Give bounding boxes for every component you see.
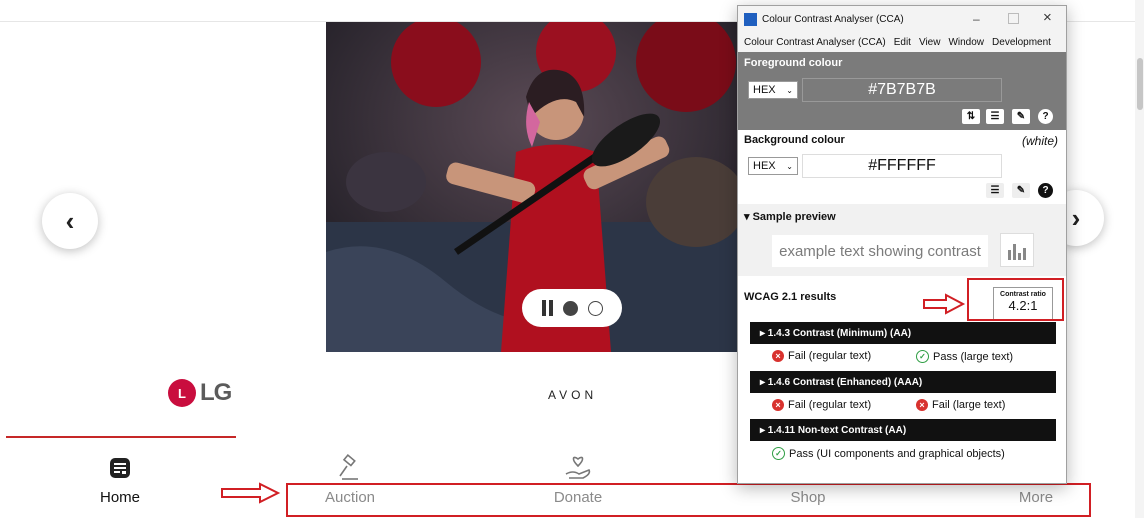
annotation-arrow-icon [221,482,281,504]
pause-icon[interactable] [541,300,553,316]
receipt-icon [110,458,130,478]
result-fail: × Fail (regular text) [772,399,871,411]
cca-titlebar: Colour Contrast Analyser (CCA) – × [738,6,1066,32]
help-icon[interactable]: ? [1038,109,1053,124]
chevron-left-icon: ‹ [65,205,75,236]
sample-preview-text: example text showing contrast [772,235,988,267]
background-hex-input[interactable]: #FFFFFF [802,154,1002,178]
foreground-section: Foreground colour HEX ⌄ #7B7B7B ⇅ ☰ ✎ ? [738,52,1066,130]
result-text: Pass (large text) [933,350,1014,363]
maximize-icon[interactable] [1008,13,1019,24]
menu-development[interactable]: Development [992,37,1051,48]
lg-logo-mark: L [168,379,196,407]
pass-icon: ✓ [772,447,785,460]
result-fail: × Fail (regular text) [772,350,871,362]
cca-title: Colour Contrast Analyser (CCA) [762,13,904,25]
fail-icon: × [772,399,784,411]
fail-icon: × [916,399,928,411]
foreground-format-select[interactable]: HEX ⌄ [748,81,798,99]
sliders-icon[interactable]: ☰ [986,109,1004,124]
menu-edit[interactable]: Edit [894,37,911,48]
sliders-icon[interactable]: ☰ [986,183,1004,198]
help-icon[interactable]: ? [1038,183,1053,198]
slide-dot[interactable] [587,300,603,316]
avon-logo: AVON [548,388,598,402]
cca-app-icon [744,12,757,26]
foreground-hex-input[interactable]: #7B7B7B [802,78,1002,102]
chevron-down-icon: ⌄ [786,85,793,95]
annotation-arrow-icon [923,293,966,315]
close-icon[interactable]: × [1043,9,1052,26]
pass-icon: ✓ [916,350,929,363]
foreground-format-value: HEX [753,84,776,96]
background-format-select[interactable]: HEX ⌄ [748,157,798,175]
swap-colours-icon[interactable]: ⇅ [962,109,980,124]
minimize-icon[interactable]: – [973,12,980,26]
wcag-results-heading: WCAG 2.1 results [744,291,837,303]
highlight-box-ratio [967,278,1064,321]
result-pass: ✓ Pass (large text) [916,350,1013,363]
criterion-1-4-3[interactable]: ▸ 1.4.3 Contrast (Minimum) (AA) [750,322,1056,344]
active-underline [6,436,236,438]
highlight-box-nav [286,483,1091,517]
eyedropper-icon[interactable]: ✎ [1012,183,1030,198]
menu-view[interactable]: View [919,37,941,48]
criterion-1-4-11[interactable]: ▸ 1.4.11 Non-text Contrast (AA) [750,419,1056,441]
result-fail: × Fail (large text) [916,399,1005,411]
eyedropper-icon[interactable]: ✎ [1012,109,1030,124]
menu-app[interactable]: Colour Contrast Analyser (CCA) [744,37,886,48]
gavel-icon [339,454,358,480]
fail-icon: × [772,350,784,362]
sample-preview-heading[interactable]: ▾ Sample preview [744,210,836,223]
chevron-right-icon: › [1071,202,1081,233]
foreground-heading: Foreground colour [744,57,843,69]
nav-home-label: Home [99,489,140,506]
carousel-controls [522,289,622,327]
lg-logo-text: LG [200,379,232,406]
result-text: Pass (UI components and graphical object… [789,447,1005,460]
criterion-1-4-6[interactable]: ▸ 1.4.6 Contrast (Enhanced) (AAA) [750,371,1056,393]
background-format-value: HEX [753,160,776,172]
nav-home[interactable]: Home [60,457,180,512]
cca-window: Colour Contrast Analyser (CCA) – × Colou… [737,5,1067,484]
lg-logo: L LG [168,379,232,407]
chevron-down-icon: ⌄ [786,161,793,171]
heart-hand-icon [565,456,591,479]
result-text: Fail (regular text) [788,350,872,362]
slide-dot-active[interactable] [562,300,578,316]
background-colour-name: (white) [1022,134,1059,148]
carousel-prev-button[interactable]: ‹ [42,193,98,249]
result-text: Fail (regular text) [788,399,872,411]
cca-menubar: Colour Contrast Analyser (CCA) Edit View… [738,32,1066,52]
result-text: Fail (large text) [932,399,1006,411]
menu-window[interactable]: Window [948,37,984,48]
result-pass: ✓ Pass (UI components and graphical objec… [772,447,1005,460]
background-heading: Background colour [744,134,845,146]
chart-icon[interactable] [1000,233,1034,267]
page-scrollbar-thumb[interactable] [1137,58,1143,110]
